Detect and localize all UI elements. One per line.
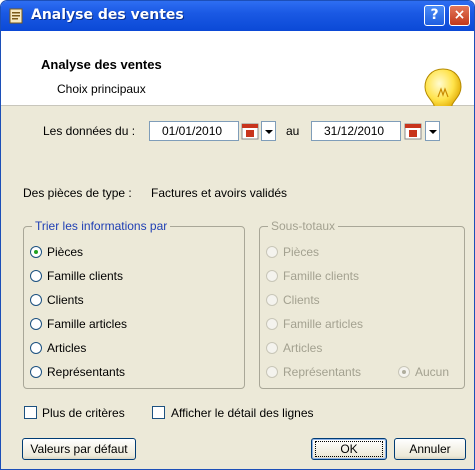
date-from-dropdown[interactable] xyxy=(261,121,276,141)
radio-button[interactable] xyxy=(30,342,42,354)
radio-button[interactable] xyxy=(30,294,42,306)
sort-groupbox: Trier les informations par Pièces Famill… xyxy=(23,219,245,389)
subtotal-group-title: Sous-totaux xyxy=(268,219,339,233)
pieces-value: Factures et avoirs validés xyxy=(151,186,288,200)
radio-label: Clients xyxy=(283,293,320,307)
radio-label: Clients xyxy=(47,293,84,307)
radio-label: Aucun xyxy=(415,365,450,379)
header-subtitle: Choix principaux xyxy=(57,82,146,96)
radio-button xyxy=(266,246,278,258)
radio-label: Représentants xyxy=(47,365,126,379)
header-title: Analyse des ventes xyxy=(41,57,162,72)
radio-label: Pièces xyxy=(47,245,84,259)
radio-label: Pièces xyxy=(283,245,320,259)
subtotal-groupbox: Sous-totaux Pièces Famille clients Clien… xyxy=(259,219,465,389)
close-button[interactable]: × xyxy=(449,5,470,26)
radio-label: Famille clients xyxy=(47,269,124,283)
date-to-dropdown[interactable] xyxy=(425,121,440,141)
show-details-checkbox[interactable] xyxy=(152,406,165,419)
date-from-field[interactable]: 01/01/2010 xyxy=(149,121,239,141)
show-details-label: Afficher le détail des lignes xyxy=(171,406,314,420)
radio-label: Articles xyxy=(283,341,323,355)
radio-button[interactable] xyxy=(30,318,42,330)
calendar-icon[interactable] xyxy=(404,122,422,140)
ok-button[interactable]: OK xyxy=(311,438,387,460)
pieces-label: Des pièces de type : xyxy=(23,186,132,200)
dialog-window: Analyse des ventes ? × Analyse des vente… xyxy=(0,0,475,470)
date-from-label: Les données du : xyxy=(43,124,136,138)
radio-button xyxy=(266,366,278,378)
header-panel: Analyse des ventes Choix principaux xyxy=(1,31,474,126)
radio-label: Famille clients xyxy=(283,269,360,283)
help-button[interactable]: ? xyxy=(424,5,445,26)
window-title: Analyse des ventes xyxy=(31,7,184,23)
radio-button[interactable] xyxy=(30,246,42,258)
document-icon xyxy=(9,8,23,24)
radio-button xyxy=(266,270,278,282)
radio-label: Représentants xyxy=(283,365,362,379)
default-values-button[interactable]: Valeurs par défaut xyxy=(22,438,136,460)
more-criteria-checkbox[interactable] xyxy=(24,406,37,419)
sort-group-title: Trier les informations par xyxy=(32,219,171,233)
ok-label: OK xyxy=(315,441,383,457)
radio-button xyxy=(266,342,278,354)
calendar-icon[interactable] xyxy=(241,122,259,140)
title-bar[interactable]: Analyse des ventes ? × xyxy=(1,1,474,31)
radio-label: Articles xyxy=(47,341,87,355)
radio-button xyxy=(266,318,278,330)
radio-label: Famille articles xyxy=(283,317,364,331)
radio-label: Famille articles xyxy=(47,317,128,331)
radio-button xyxy=(398,366,410,378)
date-to-label: au xyxy=(286,124,300,138)
more-criteria-label: Plus de critères xyxy=(42,406,125,420)
radio-button[interactable] xyxy=(30,366,42,378)
radio-button xyxy=(266,294,278,306)
radio-button[interactable] xyxy=(30,270,42,282)
date-to-field[interactable]: 31/12/2010 xyxy=(311,121,401,141)
cancel-button[interactable]: Annuler xyxy=(394,438,466,460)
